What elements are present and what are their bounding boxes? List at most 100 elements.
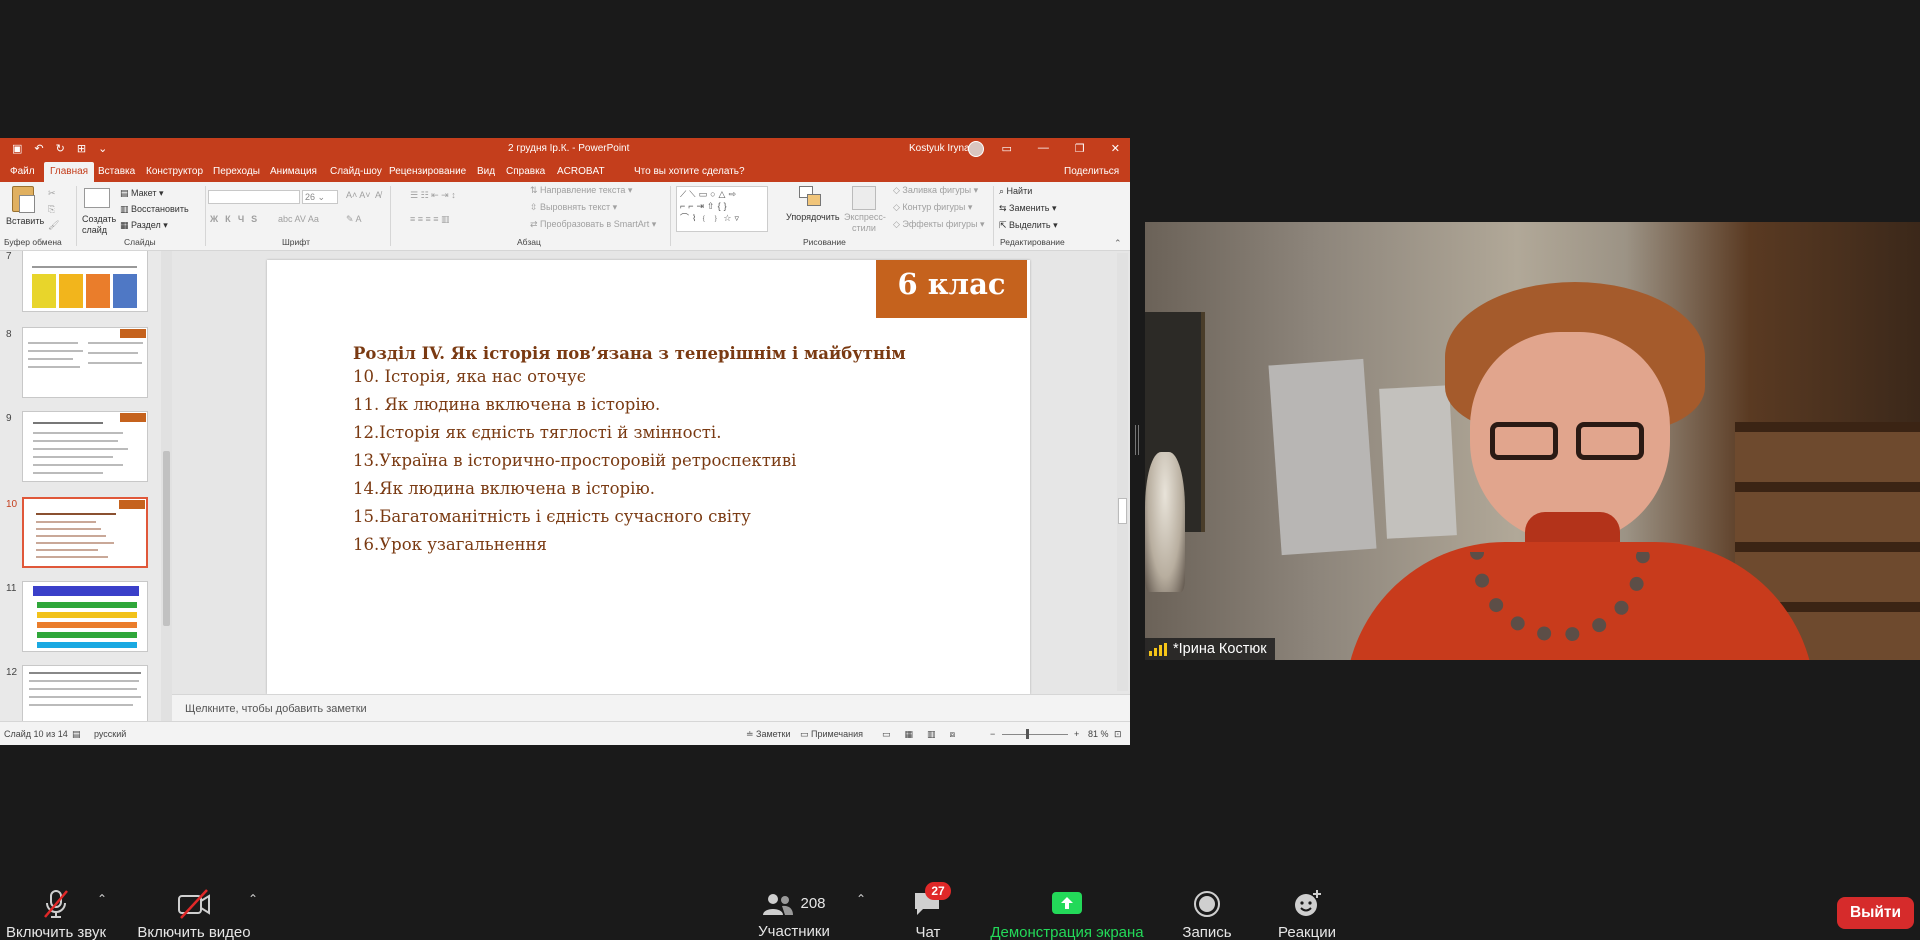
meeting-toolbar: Включить звук ⌃ Включить видео ⌃ 208 Уча… (0, 880, 1920, 940)
slide-thumbnail-8[interactable] (22, 327, 148, 398)
ribbon-tab-4[interactable]: Переходы (213, 166, 260, 177)
ribbon-tab-9[interactable]: Справка (506, 166, 545, 177)
minimize-icon[interactable]: — (1038, 142, 1049, 155)
leave-meeting-button[interactable]: Выйти (1837, 897, 1914, 929)
quick-styles-button[interactable]: Экспресс-стили (844, 212, 886, 234)
ribbon-tab-3[interactable]: Конструктор (146, 166, 203, 177)
ribbon-tab-1[interactable]: Главная (44, 162, 95, 182)
status-bar: Слайд 10 из 14 ▤ русский ≐ Заметки ▭ При… (0, 721, 1130, 745)
slide-line: 15.Багатоманітність і єдність сучасного … (353, 507, 751, 526)
smartart-button[interactable]: ⇄ Преобразовать в SmartArt ▾ (530, 219, 656, 230)
replace-button[interactable]: ⇆ Заменить ▾ (999, 203, 1057, 214)
record-icon (1190, 888, 1224, 920)
font-style-buttons[interactable]: ЖКЧS (210, 214, 264, 224)
arrange-button[interactable]: Упорядочить (786, 212, 840, 222)
layout-button[interactable]: ▤ Макет ▾ (120, 188, 164, 199)
language-indicator[interactable]: русский (94, 729, 126, 739)
arrange-icon[interactable] (799, 186, 823, 208)
slide-thumbnail-10[interactable] (22, 497, 148, 568)
reset-button[interactable]: ▥ Восстановить (120, 204, 189, 215)
shape-effects-button[interactable]: ◇ Эффекты фигуры ▾ (893, 219, 984, 230)
video-off-icon (177, 888, 211, 920)
audio-options-chevron-up-icon[interactable]: ⌃ (97, 892, 107, 906)
ribbon-tab-5[interactable]: Анимация (270, 166, 317, 177)
ribbon-display-icon[interactable]: ▭ (1002, 142, 1012, 155)
account-avatar[interactable] (968, 141, 984, 157)
ribbon-tab-12[interactable]: Поделиться (1064, 166, 1119, 177)
start-slideshow-icon[interactable]: ⊞ (77, 143, 86, 155)
current-slide[interactable]: 6 клас Розділ IV. Як історія пов’язана з… (267, 260, 1030, 694)
notes-toggle[interactable]: ≐ Заметки (746, 729, 790, 740)
ribbon-tab-8[interactable]: Вид (477, 166, 495, 177)
align-buttons[interactable]: ≡ ≡ ≡ ≡ ▥ (410, 214, 450, 225)
quick-styles-icon[interactable] (852, 186, 876, 210)
find-button[interactable]: ⌕ Найти (999, 186, 1032, 197)
participant-video[interactable] (1145, 222, 1920, 660)
customize-qa-icon[interactable]: ⌄ (98, 143, 107, 155)
slide-thumbnail-7[interactable] (22, 251, 148, 312)
slide-line: 11. Як людина включена в історію. (353, 395, 661, 414)
font-grow-icon[interactable]: A˄ A˅ (346, 190, 371, 200)
section-button[interactable]: ▦ Раздел ▾ (120, 220, 168, 231)
participants-button[interactable]: 208 Участники (752, 880, 836, 940)
video-options-chevron-up-icon[interactable]: ⌃ (248, 892, 258, 906)
participants-options-chevron-up-icon[interactable]: ⌃ (856, 892, 866, 906)
slide-thumbnail-9[interactable] (22, 411, 148, 482)
highlight-icon[interactable]: ✎ A (346, 214, 362, 225)
paste-icon[interactable] (12, 186, 35, 213)
spacing-icon[interactable]: abc AV Aa (278, 214, 319, 224)
comments-toggle[interactable]: ▭ Примечания (800, 729, 863, 740)
list-buttons[interactable]: ☰ ☷ ⇤ ⇥ ↕ (410, 190, 456, 201)
thumbnail-number: 9 (6, 413, 12, 424)
thumbnail-number-active: 10 (6, 499, 18, 510)
record-button[interactable]: Запись (1176, 880, 1238, 940)
restore-icon[interactable]: ❐ (1075, 142, 1085, 155)
zoom-level[interactable]: 81 % (1088, 729, 1109, 739)
clear-format-icon[interactable]: A̸ (375, 190, 381, 200)
ribbon-tab-0[interactable]: Файл (10, 166, 35, 177)
select-button[interactable]: ⇱ Выделить ▾ (999, 220, 1058, 231)
notes-pane[interactable]: Щелкните, чтобы добавить заметки (172, 694, 1130, 721)
new-slide-icon[interactable] (84, 188, 110, 208)
account-name[interactable]: Kostyuk Iryna (909, 143, 970, 154)
new-slide-button[interactable]: Создать слайд (82, 214, 122, 236)
shapes-gallery[interactable]: ⟋⟍▭○△⇨ ⌐⌐⇥⇧{} ⌒⌇﹛﹜☆▿ (676, 186, 768, 232)
fit-slide-icon[interactable]: ⊡ (1114, 729, 1122, 740)
reactions-button[interactable]: Реакции (1274, 880, 1340, 940)
start-video-button[interactable]: Включить видео (132, 880, 256, 940)
slide-scrollbar[interactable] (1117, 253, 1128, 691)
format-painter-icon[interactable]: 🖌 (48, 220, 59, 231)
view-buttons[interactable]: ▭▦▥⧈ (882, 729, 969, 740)
spellcheck-icon[interactable]: ▤ (72, 729, 81, 740)
save-icon[interactable]: ▣ (12, 143, 22, 155)
share-screen-button[interactable]: Демонстрация экрана (984, 880, 1150, 940)
document-title: 2 грудня Ір.К. - PowerPoint (508, 143, 630, 154)
zoom-out-icon[interactable]: − (990, 729, 995, 739)
redo-icon[interactable]: ↻ (56, 143, 65, 155)
ribbon-tab-2[interactable]: Вставка (98, 166, 135, 177)
copy-icon[interactable]: ⎘ (48, 204, 55, 215)
undo-icon[interactable]: ↶ (34, 143, 43, 155)
font-size-input[interactable]: 26 ⌄ (302, 190, 338, 204)
zoom-in-icon[interactable]: + (1074, 729, 1079, 739)
split-drag-handle[interactable] (1133, 425, 1141, 455)
slide-thumbnail-11[interactable] (22, 581, 148, 652)
chat-button[interactable]: 27 Чат (900, 880, 956, 940)
ribbon-tab-6[interactable]: Слайд-шоу (330, 166, 382, 177)
close-icon[interactable]: ✕ (1111, 142, 1120, 155)
font-name-input[interactable] (208, 190, 300, 204)
text-direction-button[interactable]: ⇅ Направление текста ▾ (530, 185, 632, 196)
zoom-slider[interactable] (1002, 729, 1068, 739)
cut-icon[interactable]: ✂ (48, 188, 56, 199)
paste-button[interactable]: Вставить (6, 216, 44, 226)
unmute-button[interactable]: Включить звук (0, 880, 112, 940)
ribbon-tab-11[interactable]: Что вы хотите сделать? (634, 166, 745, 177)
thumbnail-scrollbar[interactable] (161, 251, 172, 721)
shape-fill-button[interactable]: ◇ Заливка фигуры ▾ (893, 185, 978, 196)
collapse-ribbon-icon[interactable]: ⌃ (1114, 238, 1122, 249)
slide-thumbnail-12[interactable] (22, 665, 148, 721)
ribbon-tab-7[interactable]: Рецензирование (389, 166, 466, 177)
shape-outline-button[interactable]: ◇ Контур фигуры ▾ (893, 202, 972, 213)
ribbon-tab-10[interactable]: ACROBAT (557, 166, 605, 177)
align-text-button[interactable]: ⇳ Выровнять текст ▾ (530, 202, 617, 213)
